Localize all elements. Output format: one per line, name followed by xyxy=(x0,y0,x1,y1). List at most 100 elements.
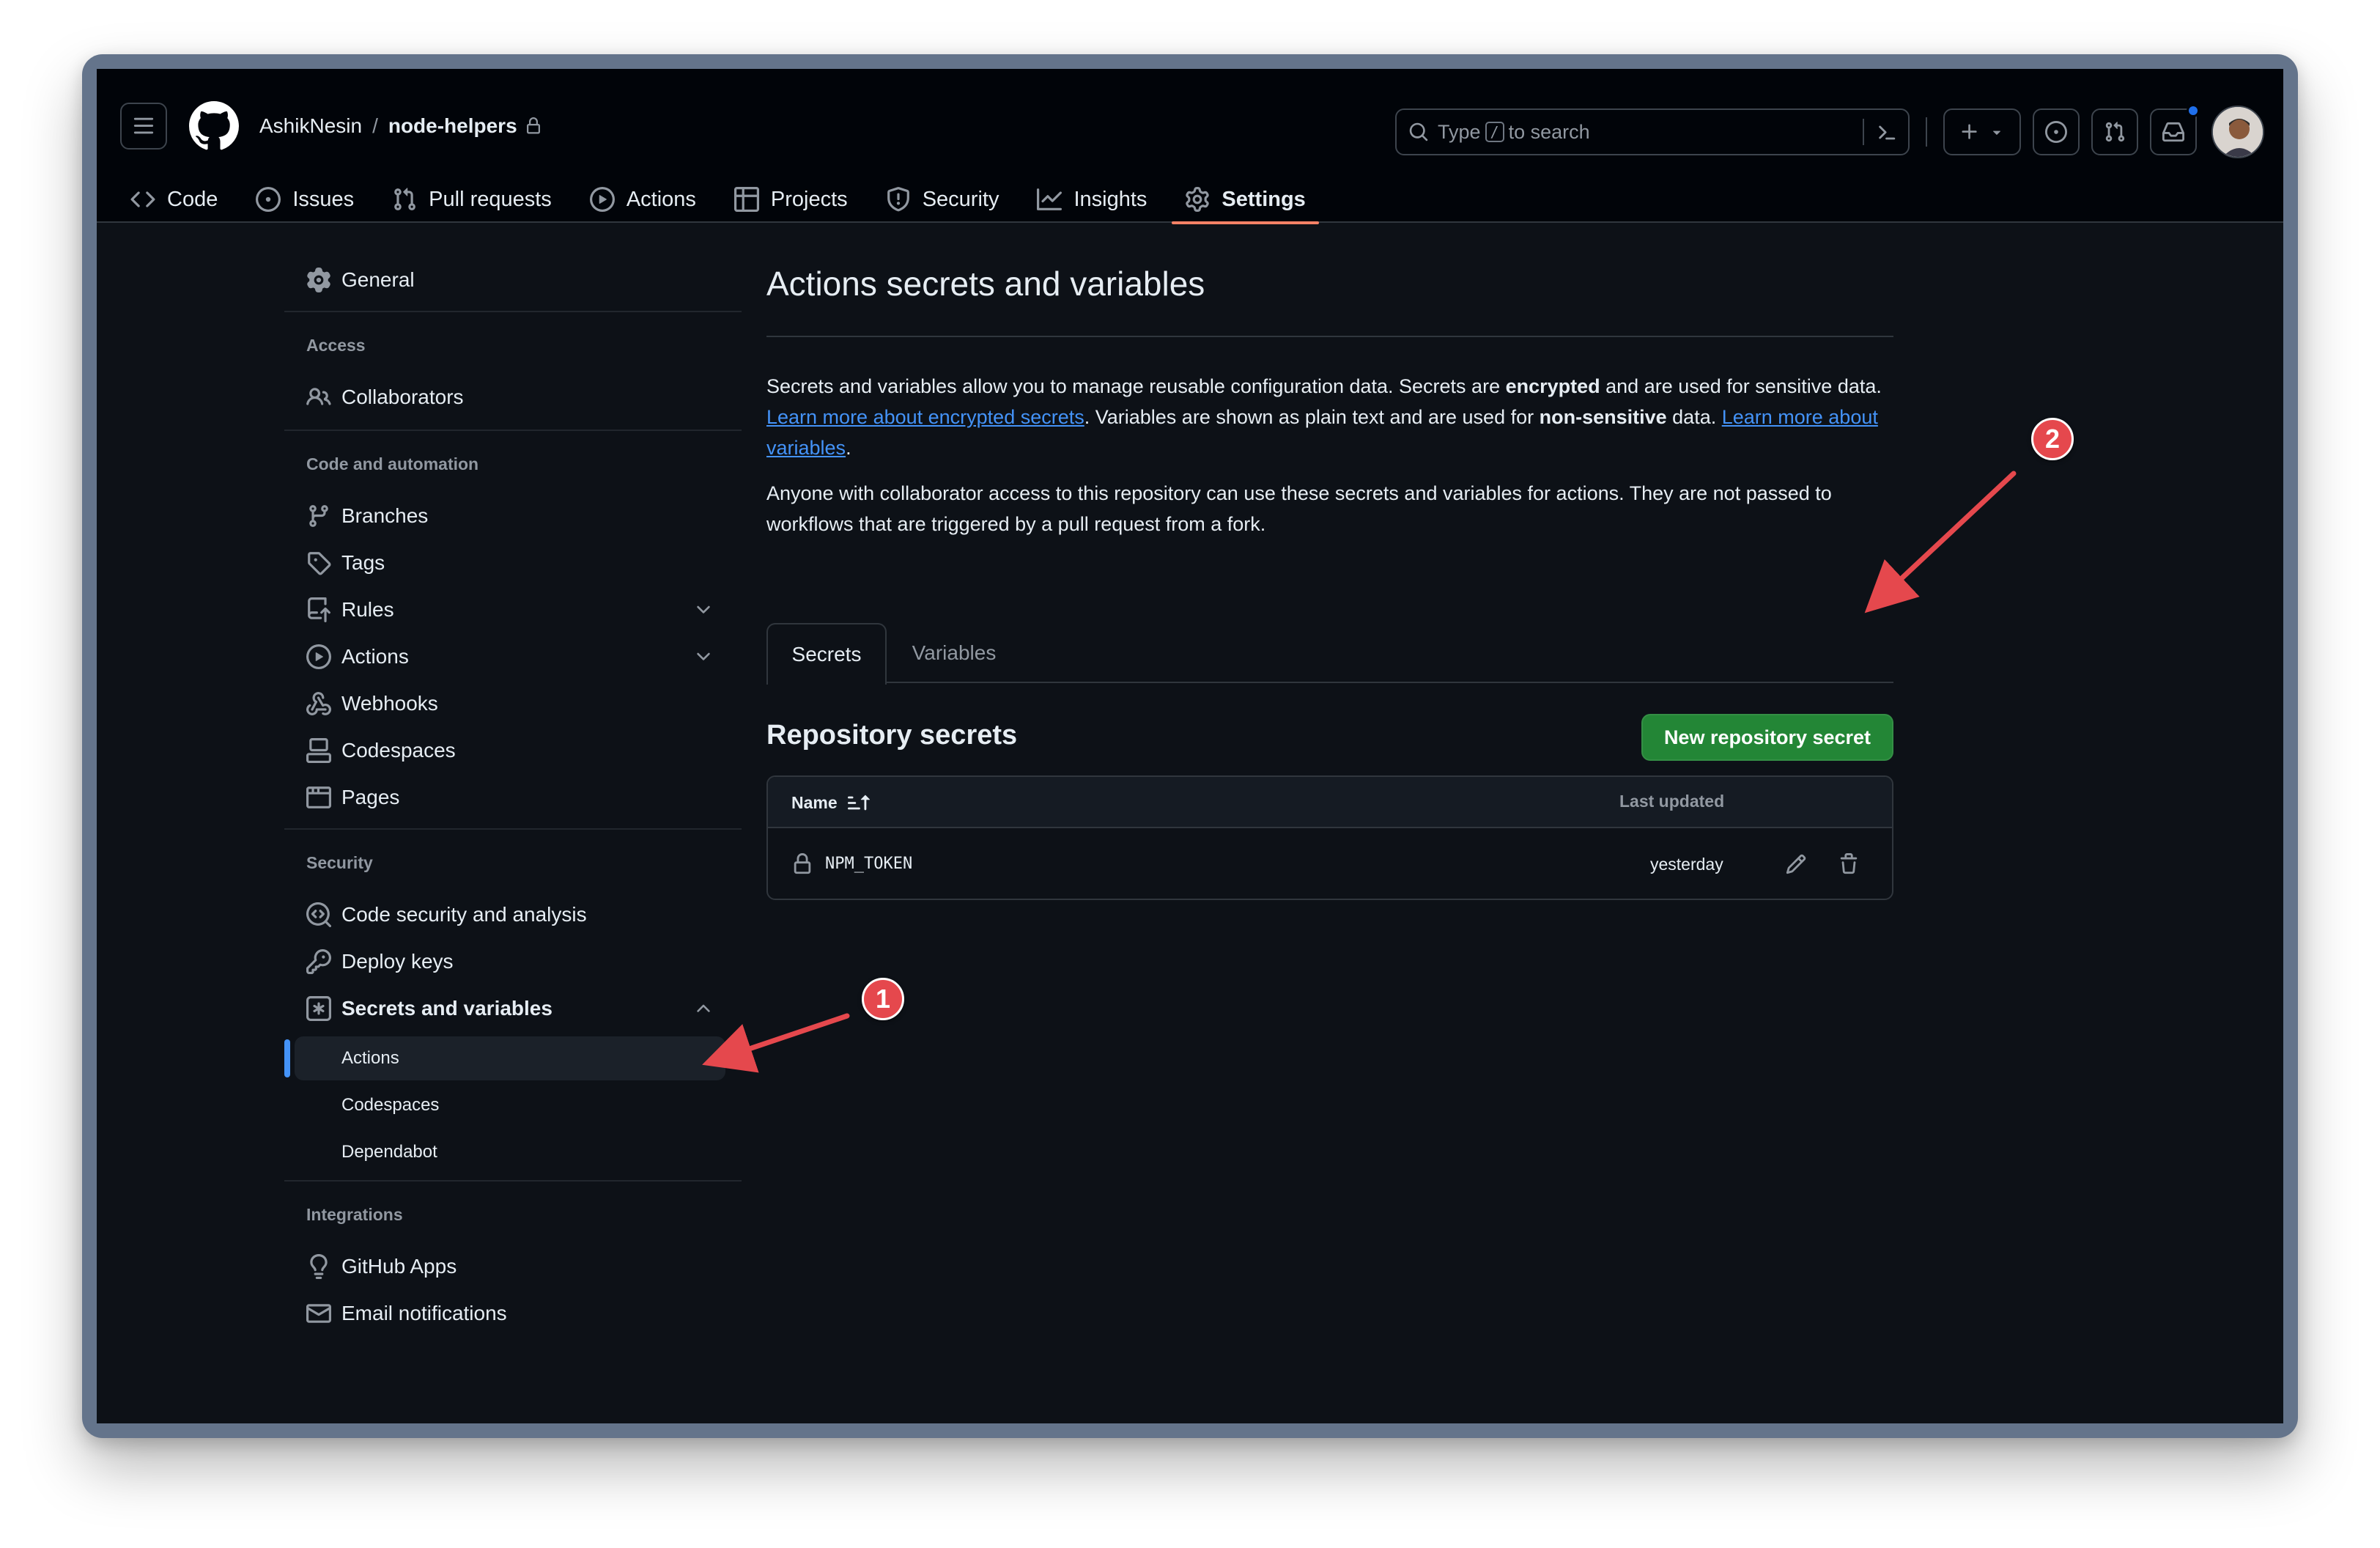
browser-window: AshikNesin / node-helpers Type / to sear… xyxy=(82,54,2298,1438)
tab-settings[interactable]: Settings xyxy=(1172,179,1320,224)
sidebar-subitem-dependabot[interactable]: Dependabot xyxy=(284,1130,736,1174)
chevron-up-icon[interactable] xyxy=(693,998,714,1019)
code-icon xyxy=(130,191,155,207)
secrets-table: Name Last updated NPM_TOKEN yesterday xyxy=(766,775,1893,900)
tab-actions[interactable]: Actions xyxy=(577,179,709,220)
sidebar-label: Actions xyxy=(341,645,409,668)
sidebar-item-actions[interactable]: Actions xyxy=(284,635,736,679)
issues-button[interactable] xyxy=(2033,108,2080,155)
create-new-button[interactable] xyxy=(1943,108,2021,155)
sidebar-label: Deploy keys xyxy=(341,950,454,973)
breadcrumb-owner[interactable]: AshikNesin xyxy=(259,114,362,138)
notifications-button[interactable] xyxy=(2150,104,2200,155)
sidebar-label: Code security and analysis xyxy=(341,903,587,926)
sidebar-label: Webhooks xyxy=(341,692,438,715)
tab-insights[interactable]: Insights xyxy=(1024,179,1160,220)
breadcrumb: AshikNesin / node-helpers xyxy=(259,110,542,142)
key-asterisk-icon xyxy=(306,996,331,1021)
search-prefix: Type xyxy=(1438,120,1481,143)
section-heading-integrations: Integrations xyxy=(306,1205,403,1224)
secret-name: NPM_TOKEN xyxy=(825,855,913,873)
section-heading-code-automation: Code and automation xyxy=(306,454,479,473)
trash-icon[interactable] xyxy=(1838,853,1860,875)
sidebar-label: Pages xyxy=(341,786,400,808)
search-icon xyxy=(1409,122,1428,141)
sidebar-label: Tags xyxy=(341,551,385,574)
lock-icon xyxy=(526,117,540,134)
sidebar-item-secrets-variables[interactable]: Secrets and variables xyxy=(284,987,736,1031)
selected-indicator xyxy=(284,1039,290,1077)
sidebar-item-email-notifications[interactable]: Email notifications xyxy=(284,1291,736,1335)
table-row: NPM_TOKEN yesterday xyxy=(768,830,1892,899)
chevron-down-icon[interactable] xyxy=(693,600,714,620)
text-segment: and are used for sensitive data. xyxy=(1600,375,1882,397)
new-repository-secret-button[interactable]: New repository secret xyxy=(1641,714,1893,761)
column-label: Name xyxy=(791,792,838,812)
sidebar-item-github-apps[interactable]: GitHub Apps xyxy=(284,1245,736,1289)
page-title: Actions secrets and variables xyxy=(766,265,1205,303)
codescan-icon xyxy=(306,902,331,927)
sidebar-item-pages[interactable]: Pages xyxy=(284,775,736,819)
description-paragraph: Secrets and variables allow you to manag… xyxy=(766,371,1893,463)
sidebar-label: GitHub Apps xyxy=(341,1255,457,1278)
annotation-badge-2: 2 xyxy=(2031,418,2074,460)
tab-secrets[interactable]: Secrets xyxy=(766,623,887,685)
github-logo-icon[interactable] xyxy=(189,101,239,151)
title-divider xyxy=(766,336,1893,337)
tab-label: Issues xyxy=(292,187,355,211)
tab-variables[interactable]: Variables xyxy=(887,623,1021,683)
sidebar-label: Codespaces xyxy=(341,1095,440,1115)
graph-icon xyxy=(1037,188,1062,210)
tab-projects[interactable]: Projects xyxy=(721,179,861,220)
issue-opened-icon xyxy=(2045,121,2067,143)
bold-text: non-sensitive xyxy=(1539,406,1667,428)
tab-issues[interactable]: Issues xyxy=(243,179,367,220)
sidebar-label: Codespaces xyxy=(341,739,456,762)
chevron-down-icon[interactable] xyxy=(693,646,714,667)
sidebar-label: Collaborators xyxy=(341,386,464,408)
search-input[interactable]: Type / to search xyxy=(1395,108,1910,155)
unread-dot xyxy=(2187,104,2200,117)
sidebar-item-branches[interactable]: Branches xyxy=(284,494,736,538)
column-name[interactable]: Name xyxy=(791,792,870,814)
tab-security[interactable]: Security xyxy=(873,179,1013,220)
sidebar-label: General xyxy=(341,268,415,291)
plus-icon xyxy=(1962,124,1977,139)
tab-code[interactable]: Code xyxy=(117,179,231,220)
text-segment: data. xyxy=(1666,406,1722,428)
sidebar-item-collaborators[interactable]: Collaborators xyxy=(284,375,736,419)
breadcrumb-repo[interactable]: node-helpers xyxy=(388,114,517,138)
sidebar-subitem-actions[interactable]: Actions xyxy=(295,1036,725,1080)
global-header: AshikNesin / node-helpers Type / to sear… xyxy=(97,69,2283,224)
secret-updated: yesterday xyxy=(1650,855,1723,874)
sidebar-item-webhooks[interactable]: Webhooks xyxy=(284,682,736,726)
github-app: AshikNesin / node-helpers Type / to sear… xyxy=(97,69,2283,1423)
sidebar-divider xyxy=(284,1180,742,1182)
avatar[interactable] xyxy=(2211,106,2264,158)
tab-label: Settings xyxy=(1222,187,1306,211)
sidebar-item-deploy-keys[interactable]: Deploy keys xyxy=(284,940,736,984)
command-palette-icon[interactable] xyxy=(1876,122,1898,144)
section-title: Repository secrets xyxy=(766,720,1018,751)
inbox-icon xyxy=(2162,122,2184,142)
sidebar-label: Branches xyxy=(341,504,429,527)
sidebar-item-general[interactable]: General xyxy=(284,258,736,302)
people-icon xyxy=(306,388,331,405)
tab-pull-requests[interactable]: Pull requests xyxy=(379,179,565,220)
sidebar-item-code-security[interactable]: Code security and analysis xyxy=(284,893,736,937)
pencil-icon[interactable] xyxy=(1785,853,1807,875)
play-icon xyxy=(306,644,331,669)
search-suffix: to search xyxy=(1508,120,1590,143)
sidebar-item-codespaces[interactable]: Codespaces xyxy=(284,729,736,773)
tab-label: Actions xyxy=(626,187,696,211)
menu-button[interactable] xyxy=(120,103,167,150)
link-encrypted-secrets[interactable]: Learn more about encrypted secrets xyxy=(766,406,1084,428)
secrets-variables-tabs: Secrets Variables xyxy=(766,623,1893,685)
sidebar-item-tags[interactable]: Tags xyxy=(284,541,736,585)
text-segment: . xyxy=(846,437,851,459)
sidebar-subitem-codespaces[interactable]: Codespaces xyxy=(284,1083,736,1127)
sidebar-divider xyxy=(284,311,742,312)
sidebar-divider xyxy=(284,828,742,830)
sidebar-item-rules[interactable]: Rules xyxy=(284,588,736,632)
pull-requests-button[interactable] xyxy=(2091,108,2138,155)
